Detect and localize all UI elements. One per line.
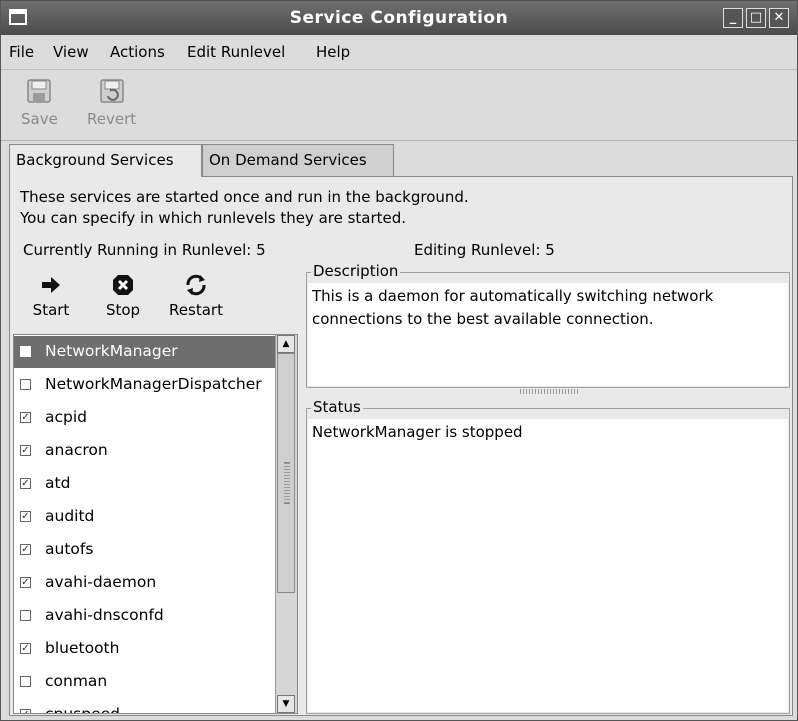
tab-on-demand-services[interactable]: On Demand Services — [202, 144, 394, 176]
service-checkbox[interactable] — [20, 676, 31, 687]
service-name: cpuspeed — [45, 705, 121, 714]
services-list[interactable]: NetworkManager NetworkManagerDispatcher ✓ a… — [13, 334, 298, 714]
service-row[interactable]: ✓ autofs — [14, 534, 276, 566]
service-name: avahi-daemon — [45, 573, 157, 591]
service-name: anacron — [45, 441, 108, 459]
service-row[interactable]: ✓ auditd — [14, 501, 276, 533]
service-checkbox[interactable]: ✓ — [20, 412, 31, 423]
start-button[interactable]: Start — [28, 273, 74, 319]
scroll-down-icon[interactable]: ▼ — [277, 695, 295, 713]
window-title: Service Configuration — [289, 8, 509, 28]
current-runlevel-label: Currently Running in Runlevel: 5 — [23, 241, 266, 259]
status-text: NetworkManager is stopped — [308, 419, 788, 712]
stop-button[interactable]: Stop — [100, 273, 146, 319]
service-row[interactable]: ✓ bluetooth — [14, 633, 276, 665]
restart-label: Restart — [169, 301, 223, 319]
service-row[interactable]: avahi-dnsconfd — [14, 600, 276, 632]
stop-icon — [113, 275, 133, 295]
restart-button[interactable]: Restart — [164, 273, 228, 319]
background-services-panel: These services are started once and run … — [9, 176, 793, 716]
service-name: NetworkManager — [45, 342, 178, 360]
description-label: Description — [311, 262, 401, 280]
service-checkbox[interactable]: ✓ — [20, 643, 31, 654]
service-row[interactable]: conman — [14, 666, 276, 698]
service-name: autofs — [45, 540, 94, 558]
service-name: conman — [45, 672, 108, 690]
service-row[interactable]: NetworkManagerDispatcher — [14, 369, 276, 401]
menu-bar: File View Actions Edit Runlevel Help — [1, 35, 797, 70]
close-button[interactable]: ✕ — [769, 8, 789, 28]
service-checkbox[interactable]: ✓ — [20, 709, 31, 713]
service-name: avahi-dnsconfd — [45, 606, 164, 624]
revert-icon — [99, 79, 124, 103]
service-name: bluetooth — [45, 639, 120, 657]
restart-icon — [186, 274, 206, 296]
menu-file[interactable]: File — [9, 43, 34, 61]
menu-edit-runlevel[interactable]: Edit Runlevel — [187, 43, 285, 61]
intro-line-1: These services are started once and run … — [20, 188, 469, 206]
description-frame: Description This is a daemon for automat… — [306, 262, 790, 388]
revert-label: Revert — [87, 110, 137, 128]
service-row[interactable]: ✓ atd — [14, 468, 276, 500]
service-name: auditd — [45, 507, 95, 525]
menu-view[interactable]: View — [53, 43, 89, 61]
tab-background-services[interactable]: Background Services — [9, 144, 202, 177]
service-name: atd — [45, 474, 71, 492]
maximize-button[interactable]: □ — [746, 8, 766, 28]
service-row[interactable]: ✓ anacron — [14, 435, 276, 467]
service-row[interactable]: ✓ acpid — [14, 402, 276, 434]
menu-actions[interactable]: Actions — [110, 43, 165, 61]
services-scrollbar[interactable]: ▲ ▼ — [275, 335, 297, 713]
status-label: Status — [311, 398, 363, 416]
service-checkbox[interactable] — [20, 346, 31, 357]
service-checkbox[interactable]: ✓ — [20, 577, 31, 588]
menu-help[interactable]: Help — [316, 43, 350, 61]
service-name: acpid — [45, 408, 88, 426]
toolbar: Save Revert — [1, 70, 797, 141]
start-arrow-icon — [42, 277, 60, 293]
revert-button[interactable]: Revert — [87, 78, 136, 128]
intro-text: These services are started once and run … — [20, 187, 469, 229]
service-checkbox[interactable]: ✓ — [20, 544, 31, 555]
service-name: NetworkManagerDispatcher — [45, 375, 262, 393]
editing-runlevel-label: Editing Runlevel: 5 — [414, 241, 555, 259]
status-frame: Status NetworkManager is stopped — [306, 398, 790, 714]
service-checkbox[interactable] — [20, 610, 31, 621]
service-configuration-window: Service Configuration _ □ ✕ File View Ac… — [0, 0, 798, 721]
service-row[interactable]: ✓ avahi-daemon — [14, 567, 276, 599]
pane-splitter-handle[interactable] — [520, 389, 580, 394]
service-row[interactable]: NetworkManager — [14, 336, 276, 368]
scroll-thumb[interactable] — [277, 353, 295, 593]
scroll-up-icon[interactable]: ▲ — [277, 335, 295, 353]
description-text: This is a daemon for automatically switc… — [308, 283, 788, 386]
save-icon — [27, 79, 52, 103]
save-button[interactable]: Save — [21, 78, 58, 128]
intro-line-2: You can specify in which runlevels they … — [20, 209, 407, 227]
start-label: Start — [32, 301, 70, 319]
save-label: Save — [21, 110, 58, 128]
stop-label: Stop — [105, 301, 141, 319]
minimize-button[interactable]: _ — [723, 8, 743, 28]
service-checkbox[interactable]: ✓ — [20, 511, 31, 522]
service-row[interactable]: ✓ cpuspeed — [14, 699, 276, 714]
service-checkbox[interactable] — [20, 379, 31, 390]
service-checkbox[interactable]: ✓ — [20, 445, 31, 456]
service-checkbox[interactable]: ✓ — [20, 478, 31, 489]
title-bar[interactable]: Service Configuration _ □ ✕ — [1, 1, 797, 35]
